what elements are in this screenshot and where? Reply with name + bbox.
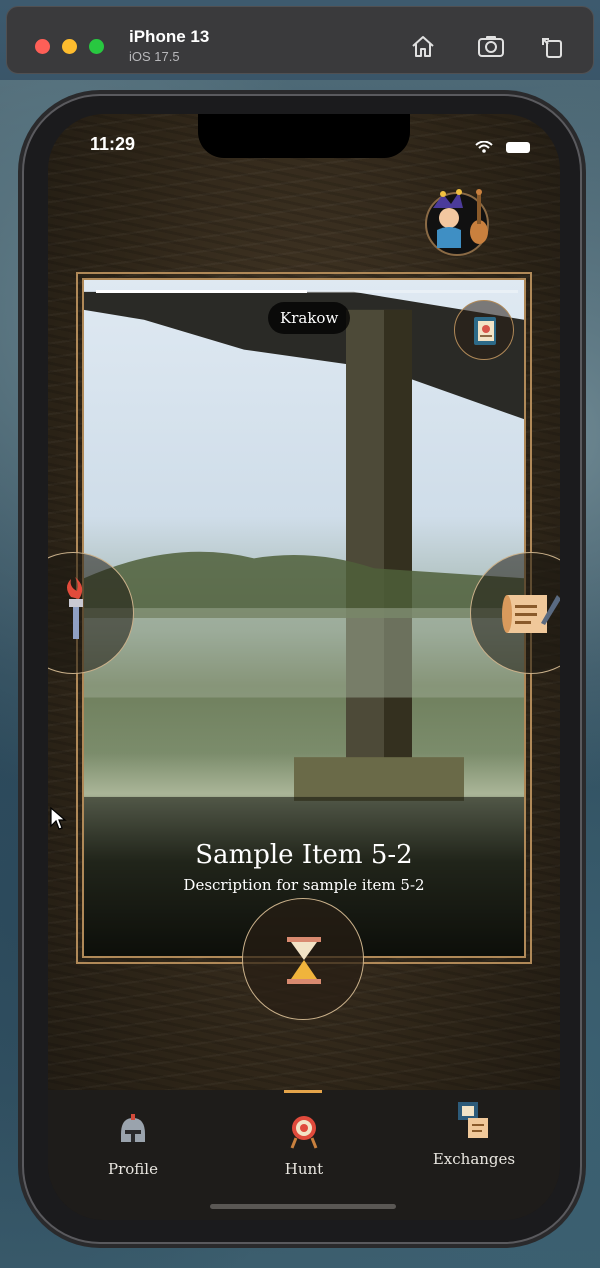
tab-exchanges-label: Exchanges	[432, 1150, 516, 1168]
tab-exchanges[interactable]: Exchanges	[389, 1100, 559, 1200]
scroll-quill-icon	[502, 595, 560, 633]
hunt-timer-button[interactable]	[242, 898, 364, 1020]
location-badge: Krakow	[268, 302, 351, 334]
item-description: Description for sample item 5-2	[183, 876, 425, 894]
status-icons	[475, 138, 530, 157]
hourglass-icon	[287, 937, 321, 984]
item-card-frame: Krakow Sample Item 5-2 Description for s…	[76, 272, 532, 964]
storybook-button[interactable]	[454, 300, 514, 360]
helmet-icon	[121, 1114, 145, 1142]
torch-icon	[67, 577, 83, 639]
home-indicator	[210, 1204, 396, 1209]
active-tab-indicator	[284, 1090, 322, 1093]
avatar[interactable]	[425, 189, 489, 256]
story-progress-fill	[96, 290, 307, 293]
rotate-icon[interactable]	[539, 33, 567, 59]
tab-hunt[interactable]: Hunt	[219, 1100, 389, 1200]
notch	[198, 114, 410, 158]
wifi-icon	[475, 141, 493, 153]
battery-icon	[506, 142, 530, 153]
status-time: 11:29	[90, 134, 136, 154]
story-progress-bar	[96, 290, 518, 293]
target-icon	[290, 1116, 318, 1149]
device-name: iPhone 13	[129, 27, 210, 46]
mouse-cursor-icon	[50, 806, 67, 830]
next-item-button[interactable]	[470, 552, 560, 674]
previous-item-button[interactable]	[48, 552, 134, 674]
exchange-scroll-icon	[458, 1102, 488, 1138]
close-window-button[interactable]	[35, 39, 50, 54]
tab-bar: Profile Hunt Exchanges	[48, 1090, 560, 1220]
item-title: Sample Item 5-2	[195, 840, 413, 870]
os-version: iOS 17.5	[129, 49, 180, 64]
iphone-frame: 11:29 Krakow Sample Item 5-2 Description…	[22, 94, 582, 1244]
simulator-title-bar: iPhone 13 iOS 17.5	[6, 6, 594, 74]
tab-hunt-label: Hunt	[284, 1160, 324, 1178]
app-screen: 11:29 Krakow Sample Item 5-2 Description…	[48, 114, 560, 1220]
tab-profile-label: Profile	[108, 1160, 158, 1178]
zoom-window-button[interactable]	[89, 39, 104, 54]
home-icon[interactable]	[409, 33, 437, 59]
minimize-window-button[interactable]	[62, 39, 77, 54]
item-card[interactable]: Krakow Sample Item 5-2 Description for s…	[82, 278, 526, 958]
storybook-icon	[474, 317, 496, 345]
jester-bard-avatar-icon	[433, 189, 488, 248]
tab-profile[interactable]: Profile	[48, 1100, 218, 1200]
screenshot-icon[interactable]	[477, 33, 505, 59]
